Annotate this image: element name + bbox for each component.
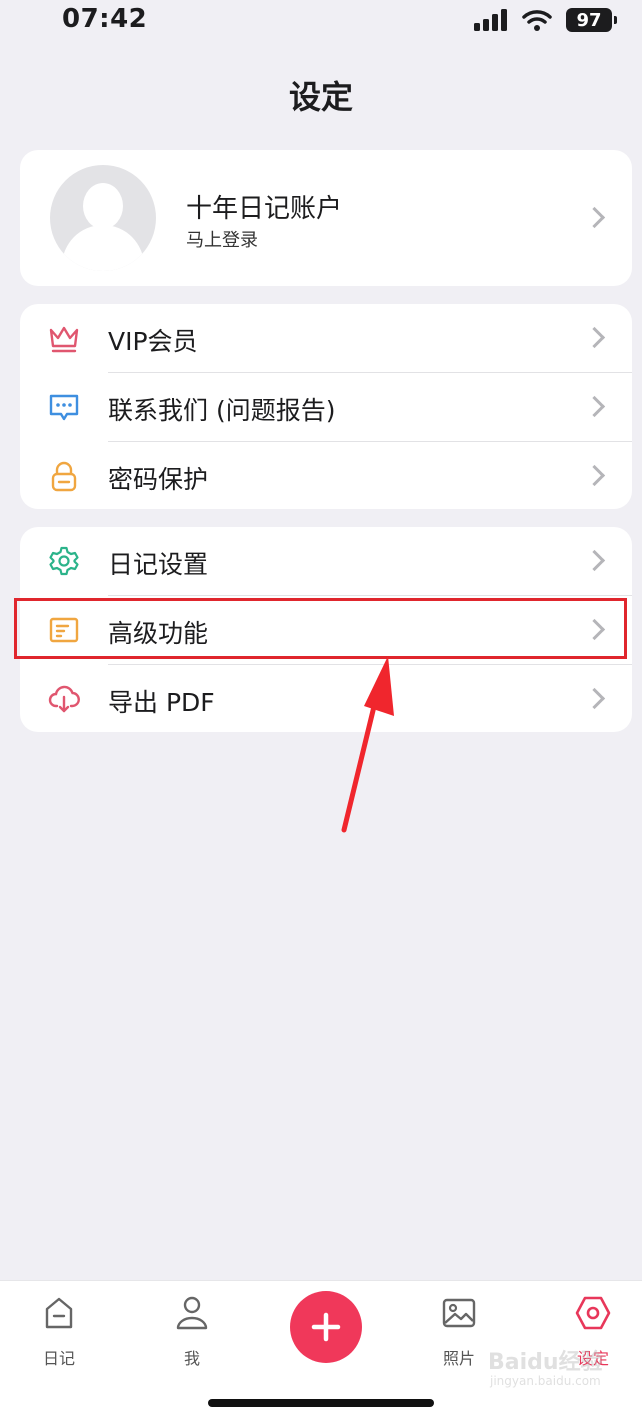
tab-me[interactable]: 我 bbox=[157, 1295, 227, 1369]
watermark: Baidu经验 jingyan.baidu.com bbox=[488, 1340, 622, 1390]
menu-item-label: 密码保护 bbox=[108, 465, 209, 494]
crown-icon bbox=[49, 326, 79, 353]
chevron-right-icon bbox=[583, 464, 606, 487]
tab-label: 照片 bbox=[442, 1349, 475, 1368]
status-time: 07:42 bbox=[62, 4, 148, 34]
menu-item-label: 导出 PDF bbox=[108, 688, 215, 717]
tab-label: 日记 bbox=[42, 1349, 75, 1368]
add-entry-button[interactable] bbox=[290, 1291, 362, 1363]
profile-card[interactable]: 十年日记账户 马上登录 bbox=[20, 150, 632, 286]
diary-icon bbox=[45, 1297, 73, 1329]
chevron-right-icon bbox=[583, 206, 606, 229]
gear-icon bbox=[49, 546, 79, 576]
chat-icon bbox=[49, 394, 79, 421]
page-title: 设定 bbox=[288, 78, 353, 116]
highlight-box bbox=[14, 598, 627, 659]
chevron-right-icon bbox=[583, 687, 606, 710]
menu-item-password[interactable]: 密码保护 bbox=[20, 442, 632, 510]
tab-photos[interactable]: 照片 bbox=[424, 1295, 494, 1369]
menu-item-diary-settings[interactable]: 日记设置 bbox=[20, 527, 632, 595]
chevron-right-icon bbox=[583, 395, 606, 418]
menu-item-label: 日记设置 bbox=[108, 550, 209, 579]
status-icons: 97 bbox=[474, 8, 617, 32]
home-indicator bbox=[208, 1399, 434, 1407]
profile-name: 十年日记账户 bbox=[186, 194, 343, 224]
tab-diary[interactable]: 日记 bbox=[24, 1295, 94, 1369]
avatar bbox=[50, 165, 156, 271]
settings-hexagon-icon bbox=[575, 1296, 611, 1330]
menu-item-vip[interactable]: VIP会员 bbox=[20, 304, 632, 372]
lock-icon bbox=[51, 461, 77, 492]
status-bar: 07:42 97 bbox=[0, 0, 642, 44]
watermark-text: Baidu经验 bbox=[488, 1350, 603, 1375]
chevron-right-icon bbox=[583, 549, 606, 572]
cellular-signal-icon bbox=[474, 9, 507, 31]
annotation-arrow-icon bbox=[341, 656, 394, 833]
person-icon bbox=[176, 1296, 208, 1330]
tab-label: 我 bbox=[183, 1349, 200, 1368]
photo-icon bbox=[442, 1298, 476, 1328]
menu-item-export-pdf[interactable]: 导出 PDF bbox=[20, 665, 632, 733]
watermark-url: jingyan.baidu.com bbox=[490, 1374, 601, 1388]
menu-item-label: 联系我们 (问题报告) bbox=[108, 396, 336, 425]
cloud-download-icon bbox=[48, 685, 80, 713]
menu-item-contact[interactable]: 联系我们 (问题报告) bbox=[20, 373, 632, 441]
profile-login-hint: 马上登录 bbox=[186, 230, 258, 251]
battery-indicator: 97 bbox=[566, 8, 617, 32]
chevron-right-icon bbox=[583, 326, 606, 349]
menu-group-account: VIP会员 联系我们 (问题报告) 密码保护 bbox=[20, 304, 632, 509]
menu-item-label: VIP会员 bbox=[108, 327, 198, 356]
battery-level: 97 bbox=[576, 9, 602, 31]
plus-icon bbox=[311, 1312, 341, 1342]
wifi-icon bbox=[522, 10, 552, 31]
